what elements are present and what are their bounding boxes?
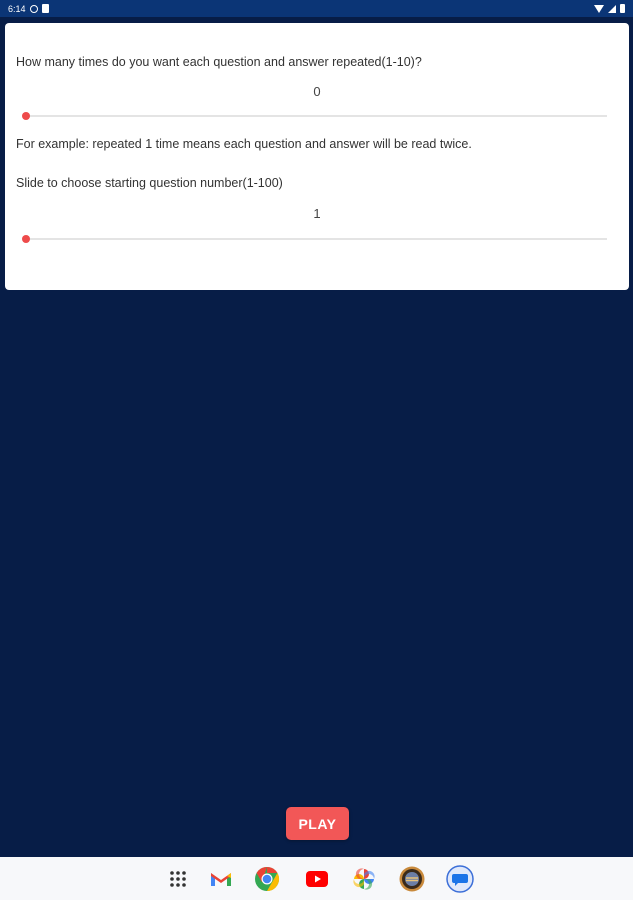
start-slider-thumb[interactable]	[22, 235, 30, 243]
battery-icon	[620, 4, 625, 13]
start-slider-track[interactable]	[26, 238, 607, 240]
photos-icon[interactable]	[350, 865, 378, 893]
settings-card: How many times do you want each question…	[5, 23, 629, 290]
status-time: 6:14	[8, 3, 26, 14]
start-label: Slide to choose starting question number…	[16, 176, 283, 190]
youtube-icon[interactable]	[303, 865, 331, 893]
start-value: 1	[313, 206, 321, 221]
chrome-icon[interactable]	[253, 865, 281, 893]
gmail-icon[interactable]	[207, 865, 235, 893]
repeat-value: 0	[313, 84, 321, 99]
play-button[interactable]: PLAY	[286, 807, 349, 840]
wifi-icon	[594, 4, 604, 13]
start-slider[interactable]	[22, 233, 607, 245]
repeat-slider[interactable]	[22, 110, 607, 122]
status-bar: 6:14	[0, 0, 633, 17]
data-saver-icon	[29, 4, 38, 13]
sim-card-icon	[41, 4, 49, 13]
app-drawer-icon[interactable]	[164, 865, 192, 893]
status-left: 6:14	[8, 4, 49, 14]
example-text: For example: repeated 1 time means each …	[16, 137, 472, 151]
repeat-slider-thumb[interactable]	[22, 112, 30, 120]
status-right	[594, 4, 625, 13]
signal-icon	[608, 4, 616, 13]
app-badge-icon[interactable]	[398, 865, 426, 893]
messages-icon[interactable]	[446, 865, 474, 893]
repeat-slider-track[interactable]	[26, 115, 607, 117]
repeat-label: How many times do you want each question…	[16, 55, 422, 69]
